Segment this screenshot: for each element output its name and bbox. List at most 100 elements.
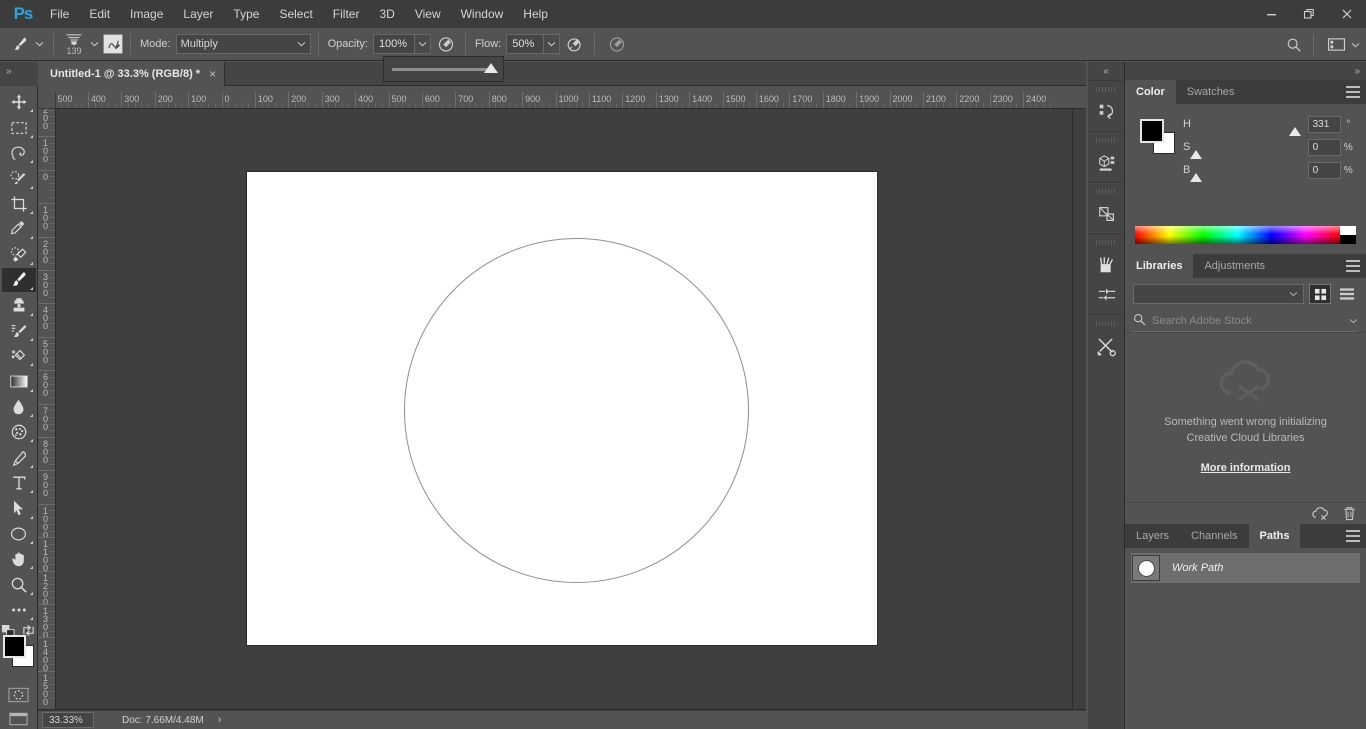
brush-preset-chevron-down-icon[interactable]: [32, 33, 46, 55]
brightness-slider-thumb[interactable]: [1189, 172, 1202, 182]
status-expand-icon[interactable]: ›: [218, 714, 222, 726]
foreground-color-swatch[interactable]: [2, 635, 26, 659]
edit-toolbar-tool[interactable]: [2, 598, 36, 622]
3d-panel-icon[interactable]: [1088, 148, 1125, 178]
menu-edit[interactable]: Edit: [79, 0, 120, 28]
workspace-switcher-icon[interactable]: [1324, 34, 1348, 56]
path-list-item[interactable]: Work Path: [1131, 553, 1360, 583]
crop-tool[interactable]: [2, 192, 36, 216]
search-input[interactable]: Search Adobe Stock: [1152, 315, 1349, 327]
brushes-panel-icon[interactable]: [1088, 250, 1125, 280]
vertical-ruler[interactable]: 200 100 0 100 200 300 400 500 600 700 800 900 1000 11…: [38, 109, 56, 709]
hue-input[interactable]: 331: [1307, 115, 1341, 133]
brush-tool[interactable]: [1, 267, 36, 293]
horizontal-ruler[interactable]: 500 400 300 200 100 0 100 200 300 400 500 600 700 800…: [56, 92, 1086, 109]
menu-help[interactable]: Help: [513, 0, 558, 28]
clone-stamp-tool[interactable]: [2, 293, 36, 317]
hand-tool[interactable]: [2, 547, 36, 571]
menu-view[interactable]: View: [405, 0, 451, 28]
opacity-slider-popup[interactable]: [383, 56, 504, 82]
sync-error-icon[interactable]: [1312, 506, 1329, 521]
ellipse-tool[interactable]: [2, 522, 36, 546]
panel-grip[interactable]: [1096, 189, 1116, 194]
menu-3d[interactable]: 3D: [369, 0, 404, 28]
move-tool[interactable]: [2, 90, 36, 114]
search-icon[interactable]: [1282, 34, 1306, 56]
horizontal-type-tool[interactable]: [2, 471, 36, 495]
menu-select[interactable]: Select: [269, 0, 322, 28]
workspace-chevron-down-icon[interactable]: [1348, 34, 1362, 56]
libraries-panel-menu-icon[interactable]: [1346, 260, 1360, 272]
eraser-tool[interactable]: [2, 344, 36, 368]
brush-settings-panel-icon[interactable]: [1088, 280, 1125, 310]
search-chevron-down-icon[interactable]: [1349, 315, 1358, 327]
quick-selection-tool[interactable]: [2, 166, 36, 190]
collapse-panels-icon[interactable]: «: [1088, 62, 1124, 80]
brush-preset-picker[interactable]: 139: [61, 30, 87, 58]
screen-mode-icon[interactable]: [2, 708, 36, 729]
close-icon[interactable]: ×: [209, 67, 216, 81]
tablet-pressure-icon[interactable]: [103, 34, 123, 54]
dodge-tool[interactable]: [2, 420, 36, 444]
spot-healing-brush-tool[interactable]: [2, 242, 36, 266]
flow-chevron-down-icon[interactable]: [544, 34, 561, 54]
tab-swatches[interactable]: Swatches: [1175, 80, 1246, 104]
pressure-opacity-icon[interactable]: [434, 33, 458, 55]
document-tab[interactable]: Untitled-1 @ 33.3% (RGB/8) * ×: [38, 62, 226, 86]
expand-panels-icon[interactable]: »: [1125, 62, 1366, 80]
minimize-button[interactable]: [1252, 0, 1290, 28]
saturation-input[interactable]: 0: [1307, 138, 1341, 156]
pen-tool[interactable]: [2, 445, 36, 469]
menu-window[interactable]: Window: [451, 0, 514, 28]
history-brush-tool[interactable]: [2, 319, 36, 343]
library-select[interactable]: [1133, 284, 1304, 304]
smoothing-icon[interactable]: [605, 33, 629, 55]
color-spectrum-ramp[interactable]: [1135, 226, 1356, 244]
close-button[interactable]: [1328, 0, 1366, 28]
airbrush-icon[interactable]: [563, 33, 587, 55]
hue-slider[interactable]: [1196, 120, 1301, 136]
menu-type[interactable]: Type: [223, 0, 269, 28]
tab-layers[interactable]: Layers: [1125, 524, 1181, 548]
tab-libraries[interactable]: Libraries: [1125, 254, 1194, 278]
layer-comps-panel-icon[interactable]: [1088, 199, 1125, 229]
canvas-vertical-scrollbar[interactable]: [1072, 109, 1086, 709]
blur-tool[interactable]: [2, 395, 36, 419]
paths-empty-area[interactable]: [1125, 583, 1366, 729]
delete-icon[interactable]: [1343, 506, 1356, 521]
saturation-slider[interactable]: [1189, 143, 1300, 159]
menu-layer[interactable]: Layer: [173, 0, 223, 28]
brush-size-chevron-down-icon[interactable]: [87, 33, 101, 55]
brightness-input[interactable]: 0: [1307, 161, 1341, 179]
history-panel-icon[interactable]: [1088, 97, 1125, 127]
blend-mode-select[interactable]: Multiply: [175, 34, 311, 54]
panel-grip[interactable]: [1096, 87, 1116, 92]
more-information-link[interactable]: More information: [1201, 462, 1291, 474]
tab-paths[interactable]: Paths: [1248, 524, 1301, 548]
path-selection-tool[interactable]: [2, 496, 36, 520]
zoom-tool[interactable]: [2, 572, 36, 596]
color-panel-foreground-swatch[interactable]: [1140, 119, 1164, 143]
spectrum-gradient[interactable]: [1135, 226, 1340, 244]
menu-filter[interactable]: Filter: [323, 0, 370, 28]
panel-grip[interactable]: [1096, 240, 1116, 245]
opacity-chevron-down-icon[interactable]: [414, 34, 431, 54]
grid-view-icon[interactable]: [1309, 284, 1331, 304]
quick-mask-icon[interactable]: [2, 684, 36, 707]
flow-input[interactable]: 50%: [506, 34, 545, 54]
restore-button[interactable]: [1290, 0, 1328, 28]
brightness-slider[interactable]: [1189, 166, 1300, 182]
menu-image[interactable]: Image: [120, 0, 173, 28]
tab-color[interactable]: Color: [1125, 80, 1176, 104]
document-artboard[interactable]: [247, 172, 877, 645]
menu-file[interactable]: File: [40, 0, 79, 28]
panel-grip[interactable]: [1096, 321, 1116, 326]
ruler-origin-corner[interactable]: [38, 92, 56, 109]
opacity-slider-track[interactable]: [392, 62, 498, 73]
spectrum-white-black-ends[interactable]: [1340, 226, 1356, 244]
adobe-stock-search[interactable]: Search Adobe Stock: [1133, 310, 1358, 332]
zoom-level-input[interactable]: 33.33%: [42, 712, 94, 728]
opacity-input[interactable]: 100%: [372, 34, 415, 54]
opacity-slider-thumb[interactable]: [484, 62, 498, 73]
tab-channels[interactable]: Channels: [1180, 524, 1249, 548]
